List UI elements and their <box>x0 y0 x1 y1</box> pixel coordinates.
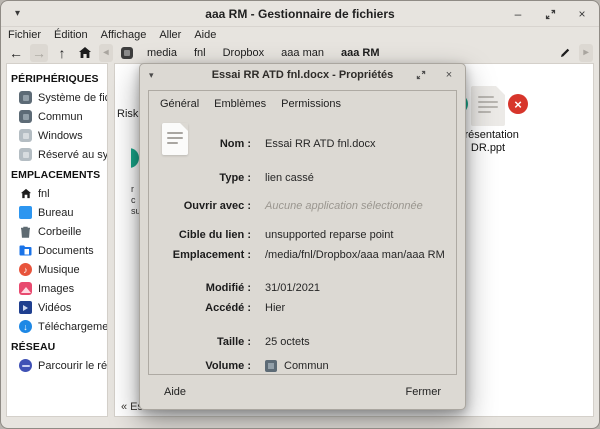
sidebar: PÉRIPHÉRIQUES Système de fich... Commun … <box>6 63 108 417</box>
breadcrumb-media[interactable]: media <box>141 45 183 61</box>
tab-permissions[interactable]: Permissions <box>281 98 341 110</box>
breadcrumb-scroll-right-icon[interactable]: ▸ <box>579 44 593 62</box>
breadcrumb-scroll-left-icon[interactable]: ◂ <box>99 44 113 62</box>
field-ouvrir-avec[interactable]: Ouvrir avec : Aucune application sélecti… <box>149 198 456 213</box>
breadcrumb-fnl[interactable]: fnl <box>188 45 212 61</box>
breadcrumb-aaa-rm[interactable]: aaa RM <box>335 45 386 61</box>
error-emblem-icon: × <box>508 94 528 114</box>
sidebar-item-fnl[interactable]: fnl <box>7 184 107 203</box>
desktop-icon <box>19 206 32 219</box>
breadcrumb-dropbox[interactable]: Dropbox <box>217 45 271 61</box>
titlebar: ▾ aaa RM - Gestionnaire de fichiers – × <box>1 1 599 27</box>
breadcrumb-aaa-man[interactable]: aaa man <box>275 45 330 61</box>
field-cible-du-lien: Cible du lien : unsupported reparse poin… <box>149 227 456 242</box>
dialog-notebook: Général Emblèmes Permissions Nom : Essai… <box>148 90 457 375</box>
field-modifie: Modifié : 31/01/2021 <box>149 280 456 295</box>
toolbar: ← → ↑ ◂ media fnl Dropbox aaa man aaa RM… <box>1 42 599 63</box>
back-icon[interactable]: ← <box>7 44 25 62</box>
video-icon <box>19 301 32 314</box>
menubar: Fichier Édition Affichage Aller Aide <box>1 27 599 42</box>
network-globe-icon <box>19 359 32 372</box>
menu-edition[interactable]: Édition <box>54 29 88 41</box>
menu-fichier[interactable]: Fichier <box>8 29 41 41</box>
menu-aller[interactable]: Aller <box>159 29 181 41</box>
download-icon: ↓ <box>19 320 32 333</box>
folder-documents-icon <box>19 244 32 257</box>
file-type-icon <box>162 123 188 155</box>
window-title: aaa RM - Gestionnaire de fichiers <box>1 7 599 21</box>
breadcrumb-device-icon[interactable] <box>118 44 136 62</box>
file-manager-window: ▾ aaa RM - Gestionnaire de fichiers – × … <box>0 0 600 429</box>
fermer-button[interactable]: Fermer <box>396 382 451 402</box>
file-document-icon <box>471 86 505 126</box>
sidebar-item-videos[interactable]: Vidéos <box>7 298 107 317</box>
maximize-icon[interactable] <box>543 7 557 21</box>
music-note-icon: ♪ <box>19 263 32 276</box>
sidebar-item-images[interactable]: Images <box>7 279 107 298</box>
sidebar-section-emplacements: EMPLACEMENTS <box>7 164 107 184</box>
field-emplacement: Emplacement : /media/fnl/Dropbox/aaa man… <box>149 247 456 262</box>
forward-icon[interactable]: → <box>30 44 48 62</box>
sidebar-item-musique[interactable]: ♪ Musique <box>7 260 107 279</box>
field-accede: Accédé : Hier <box>149 300 456 315</box>
minimize-button[interactable]: – <box>511 7 525 21</box>
sidebar-item-bureau[interactable]: Bureau <box>7 203 107 222</box>
sidebar-item-parcourir-reseau[interactable]: Parcourir le rése... <box>7 356 107 375</box>
close-button[interactable]: × <box>575 7 589 21</box>
menu-affichage[interactable]: Affichage <box>101 29 147 41</box>
field-taille: Taille : 25 octets <box>149 334 456 349</box>
sidebar-item-documents[interactable]: Documents <box>7 241 107 260</box>
photo-icon <box>19 282 32 295</box>
drive-icon <box>19 110 32 123</box>
hidden-file-label-fragment: Risk <box>117 108 138 120</box>
trash-icon <box>19 225 32 238</box>
dialog-titlebar: ▾ Essai RR ATD fnl.docx - Propriétés × <box>140 64 465 86</box>
properties-dialog: ▾ Essai RR ATD fnl.docx - Propriétés × G… <box>139 63 466 410</box>
sidebar-section-peripheriques: PÉRIPHÉRIQUES <box>7 68 107 88</box>
properties-fields: Nom : Essai RR ATD fnl.docx Type : lien … <box>149 114 456 373</box>
field-volume: Volume : Commun <box>149 358 456 373</box>
link-emblem-icon <box>131 148 139 168</box>
tab-general[interactable]: Général <box>160 98 199 110</box>
field-nom: Nom : Essai RR ATD fnl.docx <box>149 136 456 151</box>
sidebar-item-corbeille[interactable]: Corbeille <box>7 222 107 241</box>
help-button[interactable]: Aide <box>154 382 196 402</box>
menu-aide[interactable]: Aide <box>194 29 216 41</box>
up-icon[interactable]: ↑ <box>53 44 71 62</box>
drive-icon <box>19 148 32 161</box>
edit-path-pencil-icon[interactable] <box>556 44 574 62</box>
drive-icon <box>19 129 32 142</box>
drive-icon <box>19 91 32 104</box>
dialog-close-icon[interactable]: × <box>442 68 456 82</box>
volume-drive-icon <box>265 360 277 372</box>
sidebar-item-telechargements[interactable]: ↓ Téléchargements <box>7 317 107 336</box>
home-icon <box>19 187 32 200</box>
sidebar-item-systeme[interactable]: Système de fich... <box>7 88 107 107</box>
field-type: Type : lien cassé <box>149 170 456 185</box>
sidebar-item-reserve[interactable]: Réservé au syst... <box>7 145 107 164</box>
tab-emblemes[interactable]: Emblèmes <box>214 98 266 110</box>
dialog-maximize-icon[interactable] <box>414 68 428 82</box>
sidebar-item-windows[interactable]: Windows <box>7 126 107 145</box>
sidebar-section-reseau: RÉSEAU <box>7 336 107 356</box>
dialog-tabs: Général Emblèmes Permissions <box>149 91 456 114</box>
home-icon[interactable] <box>76 44 94 62</box>
sidebar-item-commun[interactable]: Commun <box>7 107 107 126</box>
window-controls: – × <box>511 1 589 27</box>
